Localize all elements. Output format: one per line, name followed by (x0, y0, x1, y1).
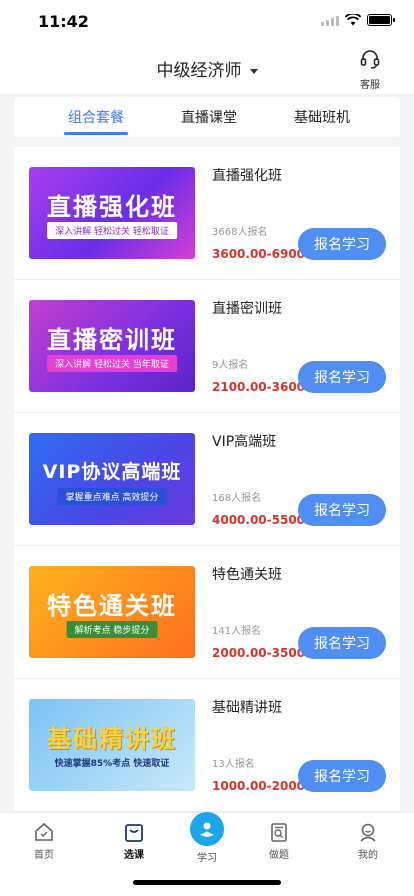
cellular-signal-icon (321, 15, 339, 26)
course-banner: 基础精讲班 快速掌握85%考点 快速取证 (29, 699, 195, 791)
enroll-count: 13人报名 (212, 759, 255, 770)
wifi-icon (345, 14, 361, 26)
course-banner: 直播密训班 深入讲解 轻松过关 当年取证 (29, 300, 195, 392)
enroll-button[interactable]: 报名学习 (298, 228, 386, 260)
course-name: 直播强化班 (212, 168, 282, 184)
tabbar-home[interactable]: 首页 (14, 821, 74, 861)
caret-down-icon (249, 68, 258, 74)
enroll-count: 9人报名 (212, 360, 249, 371)
enroll-button[interactable]: 报名学习 (298, 760, 386, 792)
course-banner: VIP协议高端班 掌握重点难点 高效提分 (29, 433, 195, 525)
active-tab-indicator (64, 132, 128, 135)
customer-service-button[interactable]: 客服 (350, 48, 390, 91)
category-tabs: 组合套餐 直播课堂 基础班机 (14, 97, 400, 137)
status-bar: 11:42 (0, 0, 414, 44)
course-banner: 特色通关班 解析考点 稳步提分 (29, 566, 195, 658)
enroll-count: 141人报名 (212, 626, 262, 637)
tab-live-class[interactable]: 直播课堂 (181, 107, 237, 127)
enroll-count: 3668人报名 (212, 227, 268, 238)
headset-icon (360, 50, 380, 69)
home-icon (35, 822, 53, 841)
course-list: 直播强化班 深入讲解 轻松过关 轻松取证 直播强化班 3668人报名 3600.… (14, 147, 400, 812)
nav-bar: 中级经济师 客服 (0, 44, 414, 94)
enroll-button[interactable]: 报名学习 (298, 494, 386, 526)
status-icons (321, 14, 395, 26)
enroll-count: 168人报名 (212, 493, 262, 504)
tab-combo-package[interactable]: 组合套餐 (68, 107, 124, 127)
exercise-icon (271, 823, 287, 842)
shopping-bag-icon (125, 824, 143, 842)
tabbar-profile[interactable]: 我的 (338, 821, 398, 861)
battery-icon (367, 14, 395, 26)
tabbar-exercise[interactable]: 做题 (249, 821, 309, 861)
profile-icon (360, 823, 376, 842)
enroll-button[interactable]: 报名学习 (298, 627, 386, 659)
study-icon (190, 812, 224, 846)
course-card[interactable]: 直播密训班 深入讲解 轻松过关 当年取证 直播密训班 9人报名 2100.00-… (14, 280, 400, 413)
course-card[interactable]: VIP协议高端班 掌握重点难点 高效提分 VIP高端班 168人报名 4000.… (14, 413, 400, 546)
course-name: 直播密训班 (212, 301, 282, 317)
course-card[interactable]: 直播强化班 深入讲解 轻松过关 轻松取证 直播强化班 3668人报名 3600.… (14, 147, 400, 280)
page-title: 中级经济师 (156, 61, 242, 81)
home-indicator (133, 880, 281, 885)
course-name: 特色通关班 (212, 567, 282, 583)
tabbar-study[interactable]: 学习 (177, 812, 237, 864)
course-name: 基础精讲班 (212, 700, 282, 716)
course-card[interactable]: 基础精讲班 快速掌握85%考点 快速取证 基础精讲班 13人报名 1000.00… (14, 679, 400, 812)
service-label: 客服 (360, 80, 380, 91)
enroll-button[interactable]: 报名学习 (298, 361, 386, 393)
tab-basic-class[interactable]: 基础班机 (294, 107, 350, 127)
course-card[interactable]: 特色通关班 解析考点 稳步提分 特色通关班 141人报名 2000.00-350… (14, 546, 400, 679)
course-name: VIP高端班 (212, 434, 277, 450)
course-banner: 直播强化班 深入讲解 轻松过关 轻松取证 (29, 167, 195, 259)
status-time: 11:42 (38, 12, 89, 31)
tabbar-courses[interactable]: 选课 (104, 821, 164, 861)
